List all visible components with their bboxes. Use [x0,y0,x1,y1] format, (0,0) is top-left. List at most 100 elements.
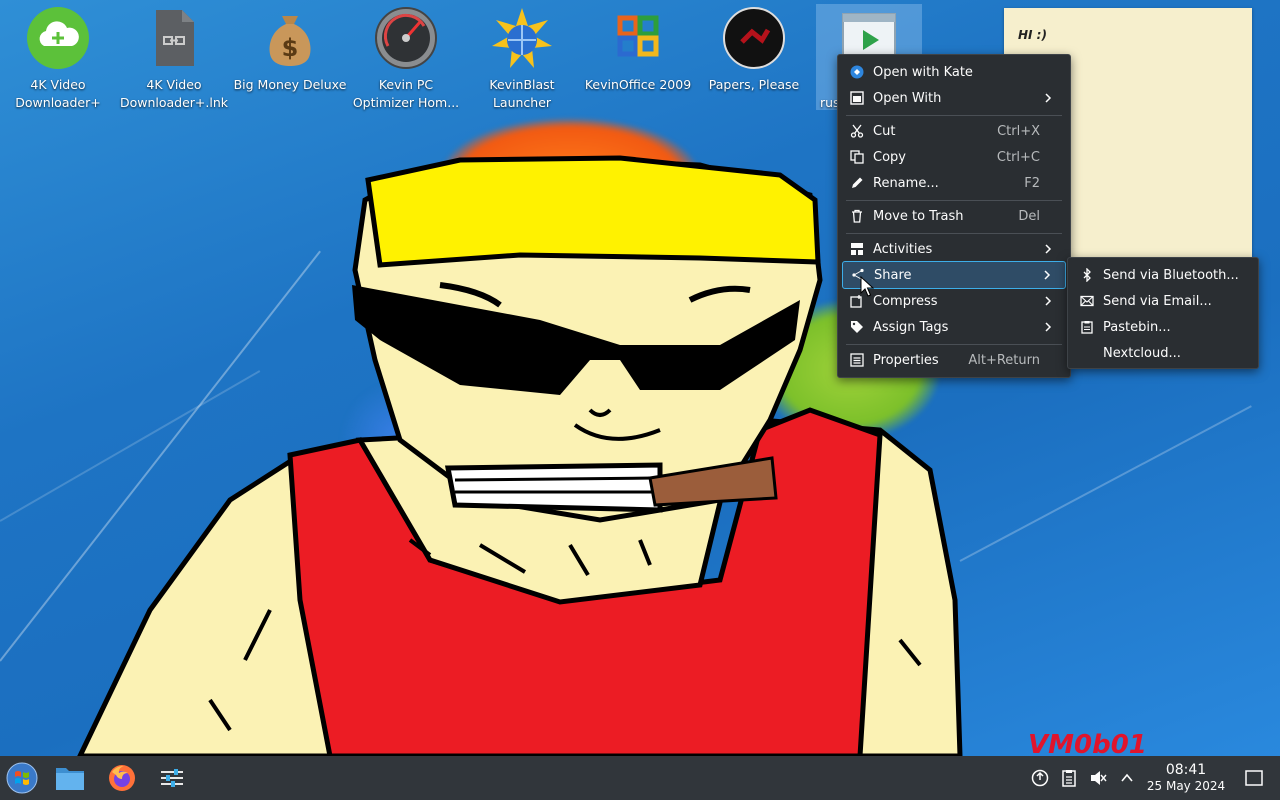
menu-item-rename[interactable]: Rename... F2 [842,170,1066,196]
activities-icon [849,241,865,257]
desktop-icon-kevin-pc-optimizer[interactable]: Kevin PC Optimizer Hom... [348,6,464,112]
menu-item-label: Properties [873,352,939,368]
file-manager-button[interactable] [54,762,86,794]
menu-item-copy[interactable]: Copy Ctrl+C [842,144,1066,170]
menu-item-label: Share [874,267,912,283]
chevron-right-icon [1045,93,1052,103]
bluetooth-icon [1079,267,1095,283]
desktop-icon-label: 4K Video Downloader+.lnk [119,77,229,110]
folder-icon [56,768,84,790]
speaker-muted-icon [1091,771,1107,785]
desktop-icon-4k-video-downloader-lnk[interactable]: 4K Video Downloader+.lnk [116,6,232,112]
submenu-item-send-via-email[interactable]: Send via Email... [1072,288,1254,314]
menu-separator [846,233,1062,234]
copy-icon [849,149,865,165]
menu-item-label: Open with Kate [873,64,973,80]
digital-clock[interactable]: 08:41 25 May 2024 [1140,762,1232,794]
properties-icon [849,352,865,368]
menu-item-open-with[interactable]: Open With [842,85,1066,111]
clipboard-icon [1062,770,1076,787]
desktop-icon-4k-video-downloader[interactable]: 4K Video Downloader+ [0,6,116,112]
wallpaper-watermark: VM0b01 [1028,730,1147,756]
office-logo-icon [617,15,659,57]
kate-icon [849,64,865,80]
menu-item-label: Rename... [873,175,939,191]
taskbar: 08:41 25 May 2024 [0,756,1280,800]
menu-item-compress[interactable]: Compress [842,288,1066,314]
update-icon [1031,769,1049,787]
mouse-cursor-icon [860,276,874,297]
chevron-right-icon [1044,270,1051,280]
chevron-up-icon [1121,773,1133,782]
cloud-download-icon [27,7,89,69]
desktop-icon-label: Papers, Please [708,77,800,92]
chevron-right-icon [1045,322,1052,332]
menu-item-open-with-kate[interactable]: Open with Kate [842,59,1066,85]
submenu-item-label: Nextcloud... [1103,345,1181,361]
menu-item-label: Move to Trash [873,208,964,224]
clipboard-tray[interactable] [1059,768,1079,788]
desktop-icon-big-money-deluxe[interactable]: $ Big Money Deluxe [232,6,348,94]
desktop-icon-kevinblast-launcher[interactable]: KevinBlast Launcher [464,6,580,112]
menu-item-cut[interactable]: Cut Ctrl+X [842,118,1066,144]
game-seal-icon [723,7,785,69]
open-with-icon [849,90,865,106]
tag-icon [849,319,865,335]
show-hidden-icons-button[interactable] [1117,768,1137,788]
desktop-icon-label: Big Money Deluxe [233,77,347,92]
sliders-icon [161,769,183,787]
show-desktop-button[interactable] [1244,768,1264,788]
desktop[interactable]: HI :) 4K Video Downloader+ 4K Video Down… [0,0,1280,756]
svg-text:$: $ [282,34,299,62]
menu-item-move-to-trash[interactable]: Move to Trash Del [842,203,1066,229]
submenu-item-nextcloud[interactable]: Nextcloud... [1072,340,1254,366]
pencil-icon [849,175,865,191]
menu-item-assign-tags[interactable]: Assign Tags [842,314,1066,340]
firefox-icon [109,765,135,791]
menu-item-shortcut: Ctrl+C [996,149,1040,165]
firefox-button[interactable] [106,762,138,794]
menu-item-shortcut: Alt+Return [968,352,1040,368]
menu-item-label: Copy [873,149,906,165]
menu-item-shortcut: Del [1018,208,1040,224]
submenu-item-send-via-bluetooth[interactable]: Send via Bluetooth... [1072,262,1254,288]
settings-button[interactable] [156,762,188,794]
desktop-icon-label: 4K Video Downloader+ [15,77,101,110]
volume-control[interactable] [1088,768,1108,788]
desktop-icon-label: KevinOffice 2009 [584,77,692,92]
menu-item-label: Open With [873,90,942,106]
money-bag-icon: $ [269,16,311,66]
wallpaper-character-drawing [77,155,963,756]
menu-separator [846,115,1062,116]
menu-item-label: Cut [873,123,896,139]
link-file-icon [156,10,194,66]
share-submenu: Send via Bluetooth... Send via Email... … [1067,257,1259,369]
clock-time: 08:41 [1165,762,1207,778]
menu-item-share[interactable]: Share [842,261,1066,289]
globe-burst-icon [492,8,552,68]
menu-separator [846,344,1062,345]
desktop-icon-label: Kevin PC Optimizer Hom... [352,77,460,110]
submenu-item-label: Send via Bluetooth... [1103,267,1239,283]
chevron-right-icon [1045,244,1052,254]
submenu-item-pastebin[interactable]: Pastebin... [1072,314,1254,340]
speedometer-icon [375,7,437,69]
menu-separator [846,200,1062,201]
menu-item-shortcut: F2 [1024,175,1040,191]
desktop-icon-papers-please[interactable]: Papers, Please [696,6,812,94]
show-desktop-icon [1245,770,1263,786]
menu-item-shortcut: Ctrl+X [997,123,1040,139]
nextcloud-icon [1079,345,1095,361]
start-menu-button[interactable] [4,760,40,796]
clipboard-icon [1079,319,1095,335]
email-icon [1079,293,1095,309]
menu-item-label: Compress [873,293,938,309]
desktop-icon-label: KevinBlast Launcher [489,77,555,110]
update-notifier[interactable] [1030,768,1050,788]
chevron-right-icon [1045,296,1052,306]
menu-item-activities[interactable]: Activities [842,236,1066,262]
menu-item-label: Activities [873,241,933,257]
submenu-item-label: Pastebin... [1103,319,1171,335]
menu-item-properties[interactable]: Properties Alt+Return [842,347,1066,373]
desktop-icon-kevinoffice-2009[interactable]: KevinOffice 2009 [580,6,696,94]
